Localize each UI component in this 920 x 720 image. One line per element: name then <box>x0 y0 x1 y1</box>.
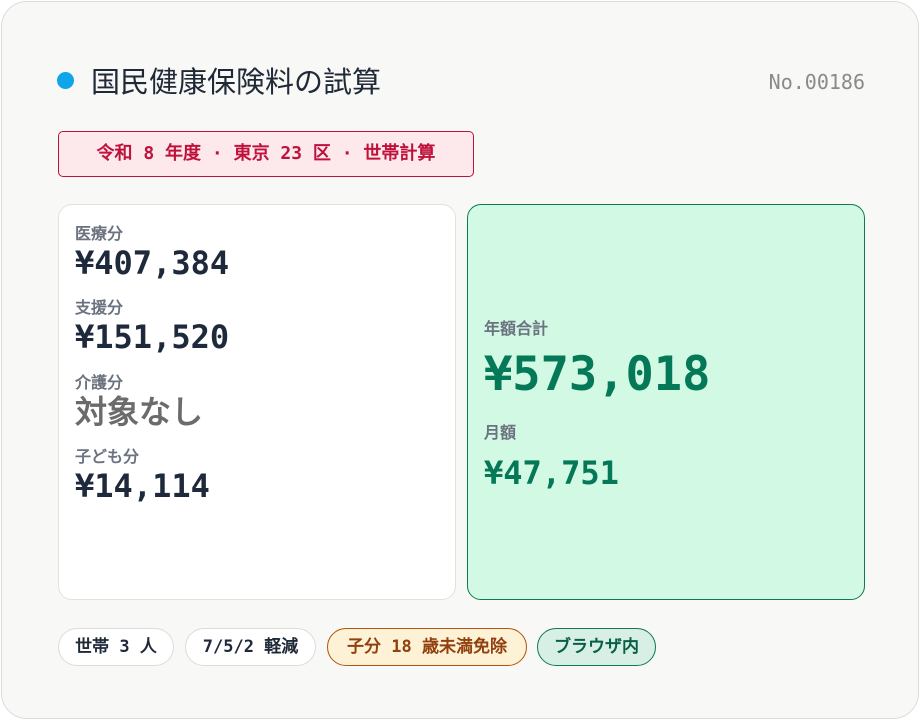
summary-panel: 年額合計 ¥573,018 月額 ¥47,751 <box>467 204 865 600</box>
record-number: No.00186 <box>768 70 865 94</box>
breakdown-row-care: 介護分 対象なし <box>75 374 203 432</box>
breakdown-label: 子ども分 <box>75 447 140 466</box>
breakdown-row-support: 支援分 ¥151,520 <box>75 299 229 357</box>
reduction-chip: 7/5/2 軽減 <box>185 628 316 666</box>
breakdown-label: 介護分 <box>75 373 124 392</box>
breakdown-row-medical: 医療分 ¥407,384 <box>75 225 229 283</box>
status-dot-icon <box>57 72 74 89</box>
breakdown-panel: 医療分 ¥407,384 支援分 ¥151,520 介護分 対象なし 子ども分 … <box>58 204 456 600</box>
breakdown-row-child: 子ども分 ¥14,114 <box>75 448 210 506</box>
monthly-value: ¥47,751 <box>484 454 619 492</box>
breakdown-value: 対象なし <box>75 393 204 431</box>
total-label: 年額合計 <box>484 319 549 338</box>
household-chip: 世帯 3 人 <box>58 628 174 666</box>
calculator-card: 国民健康保険料の試算 No.00186 令和 8 年度 · 東京 23 区 · … <box>1 1 919 719</box>
breakdown-label: 医療分 <box>75 224 124 243</box>
total-value: ¥573,018 <box>484 347 711 402</box>
browser-chip: ブラウザ内 <box>537 628 656 666</box>
breakdown-value: ¥14,114 <box>75 467 210 505</box>
context-tag: 令和 8 年度 · 東京 23 区 · 世帯計算 <box>58 131 474 177</box>
monthly-label: 月額 <box>484 423 517 442</box>
breakdown-value: ¥407,384 <box>75 244 230 282</box>
child-exemption-chip: 子分 18 歳未満免除 <box>327 628 527 666</box>
header: 国民健康保険料の試算 No.00186 <box>57 64 865 100</box>
breakdown-label: 支援分 <box>75 298 124 317</box>
page-title: 国民健康保険料の試算 <box>91 65 382 99</box>
breakdown-value: ¥151,520 <box>75 318 230 356</box>
